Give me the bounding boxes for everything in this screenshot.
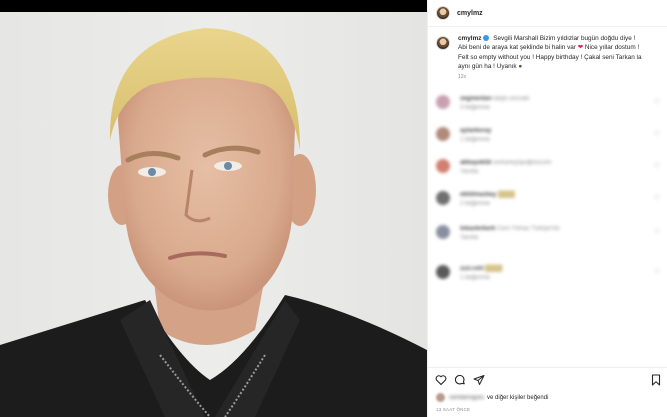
comment-meta[interactable]: 1 beğenme [460, 137, 490, 143]
comment-meta[interactable]: 3 beğenme [460, 105, 490, 111]
likes-summary[interactable]: ramdanogulu ve diğer kişiler beğendi [436, 393, 548, 402]
comment-username[interactable]: ebtülmazbay [460, 192, 496, 198]
post-actions-bar [428, 367, 667, 391]
heart-outline-icon[interactable] [435, 374, 447, 386]
comment-avatar[interactable] [436, 191, 450, 205]
comment-item: ebtülmazbay ████ 2 beğenme ♡ [436, 191, 664, 211]
comment-item: zzzi.ruhi ████ 1 beğenme ♡ [436, 265, 664, 285]
comment-like-icon[interactable]: ♡ [654, 268, 660, 276]
caption-line-2: Abi beni de araya kat şeklinde bi halin … [458, 44, 576, 52]
comment-avatar[interactable] [436, 159, 450, 173]
instagram-post-view: cmylmz cmylmz Sevgili Marshall Bizim yıl… [0, 0, 667, 417]
comment-username[interactable]: aylankoray [460, 128, 491, 134]
face-emoji-icon: ● [518, 62, 523, 70]
post-time-ago: 13 SAAT ÖNCE [436, 407, 471, 412]
speech-bubble-icon[interactable] [454, 374, 466, 386]
post-header: cmylmz [428, 0, 667, 27]
post-photo[interactable] [0, 0, 427, 417]
liker-avatar [436, 393, 445, 402]
comment-username[interactable]: akbaşoklüt [460, 160, 491, 166]
comment-emoji: ████ [498, 192, 516, 198]
comment-avatar[interactable] [436, 95, 450, 109]
comment-text: Cem Yılmaz Türkiye'nin [497, 226, 560, 232]
red-heart-icon: ❤ [577, 44, 584, 52]
post-side-panel: cmylmz cmylmz Sevgili Marshall Bizim yıl… [427, 0, 667, 417]
comment-item: segmentan ladyk.cenzaki 3 beğenme ♡ [436, 95, 664, 115]
comment-like-icon[interactable]: ♡ [654, 194, 660, 202]
comment-username[interactable]: segmentan [460, 96, 492, 102]
comment-like-icon[interactable]: ♡ [654, 98, 660, 106]
comment-item: lokaxlerberk Cem Yılmaz Türkiye'nin Yanıt… [436, 225, 664, 245]
caption-line-4: aynı gün ha ! Uyanık [458, 62, 517, 70]
comment-like-icon[interactable]: ♡ [654, 130, 660, 138]
comment-username[interactable]: lokaxlerberk [460, 226, 495, 232]
caption-time: 12s [458, 74, 467, 81]
verified-badge-icon [483, 35, 490, 41]
paper-plane-icon[interactable] [473, 374, 485, 386]
comment-username[interactable]: zzzi.ruhi [460, 266, 484, 272]
comment-avatar[interactable] [436, 127, 450, 141]
comment-item: aylankoray 1 beğenme ♡ [436, 127, 664, 147]
caption-body: cmylmz Sevgili Marshall Bizim yıldızlar … [458, 34, 663, 82]
author-avatar[interactable] [436, 6, 450, 20]
comment-meta[interactable]: 2 beğenme [460, 201, 490, 207]
caption-line-3: Felt so empty without you ! Happy birthd… [458, 53, 642, 61]
comment-like-icon[interactable]: ♡ [654, 228, 660, 236]
author-username[interactable]: cmylmz [457, 10, 483, 17]
caption-line-1: Sevgili Marshall Bizim yıldızlar bugün d… [493, 35, 636, 42]
comment-like-icon[interactable]: ♡ [654, 162, 660, 170]
likes-text[interactable]: ve diğer kişiler beğendi [487, 395, 548, 401]
comment-meta[interactable]: Yanıtla [460, 169, 478, 175]
comment-emoji: ████ [485, 266, 503, 272]
comment-item: akbaşoklüt serkaneyüpoğlulucom Yanıtla ♡ [436, 159, 664, 179]
comment-avatar[interactable] [436, 265, 450, 279]
caption-username[interactable]: cmylmz [458, 35, 481, 42]
liker-username[interactable]: ramdanogulu [449, 395, 484, 401]
comment-meta[interactable]: 1 beğenme [460, 275, 490, 281]
portrait-image [0, 28, 427, 417]
comment-text: ladyk.cenzaki [493, 96, 530, 102]
comment-meta[interactable]: Yanıtla [460, 235, 478, 241]
post-caption: cmylmz Sevgili Marshall Bizim yıldızlar … [436, 34, 664, 82]
comment-text: serkaneyüpoğlulucom [493, 160, 552, 166]
caption-avatar[interactable] [436, 36, 450, 50]
bookmark-icon[interactable] [650, 374, 662, 386]
caption-line-2b: Nice yıllar dostum ! [584, 44, 640, 52]
comment-avatar[interactable] [436, 225, 450, 239]
